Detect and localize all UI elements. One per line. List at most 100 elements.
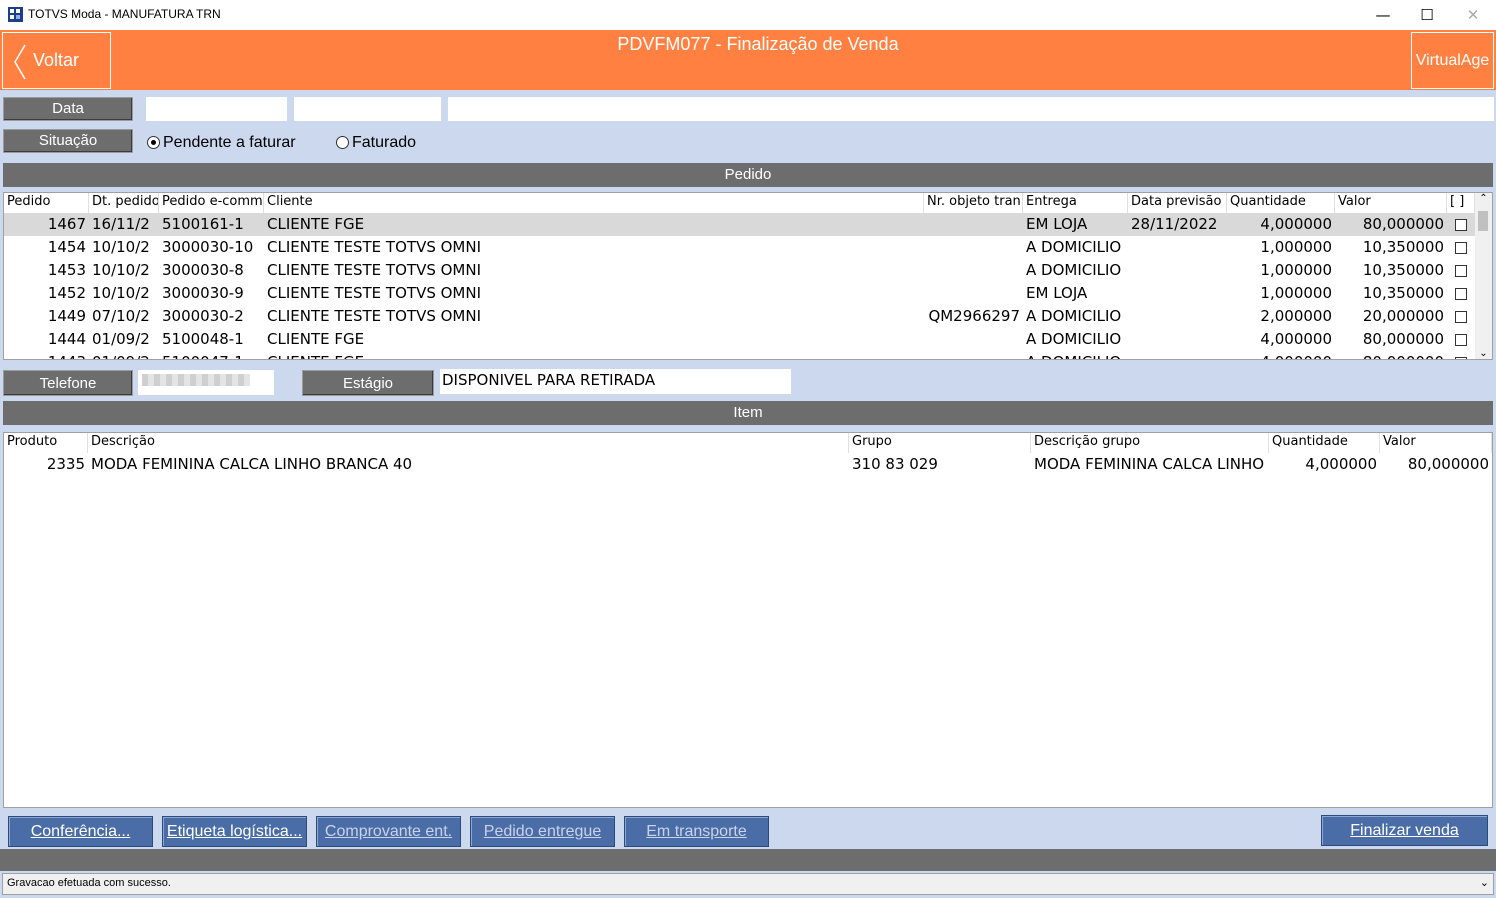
table-cell: 80,000000 [1407, 455, 1489, 473]
table-cell: 1443 [4, 351, 89, 359]
table-cell: A DOMICILIO [1023, 351, 1128, 359]
estagio-field[interactable]: DISPONIVEL PARA RETIRADA [440, 369, 791, 394]
table-cell: A DOMICILIO [1026, 261, 1122, 279]
status-bar [0, 849, 1496, 871]
table-cell: A DOMICILIO [1026, 307, 1122, 325]
minimize-icon[interactable]: — [1360, 0, 1406, 30]
row-checkbox[interactable] [1455, 288, 1467, 300]
table-cell: CLIENTE TESTE TOTVS OMNI [267, 284, 482, 302]
table-cell: 10,350000 [1362, 284, 1444, 302]
estagio-label: Estágio [302, 370, 434, 396]
table-cell: 310 83 029 [852, 455, 938, 473]
pedido-col-header[interactable]: Cliente [264, 193, 924, 213]
row-checkbox[interactable] [1455, 242, 1467, 254]
window-title: TOTVS Moda - MANUFATURA TRN [28, 7, 221, 21]
radio-faturado-label: Faturado [352, 134, 417, 151]
close-icon[interactable]: ✕ [1450, 0, 1496, 30]
table-cell: 3000030-9 [162, 284, 244, 302]
table-cell: 4,000000 [1260, 215, 1332, 233]
table-cell: 1452 [47, 284, 86, 302]
radio-pendente-label: Pendente a faturar [163, 134, 296, 151]
table-cell: 16/11/2 [92, 215, 150, 233]
item-col-header[interactable]: Produto [4, 433, 88, 453]
table-cell: 10/10/2 [92, 284, 150, 302]
table-cell: EM LOJA [1026, 215, 1088, 233]
table-cell [1128, 328, 1227, 351]
table-cell: 1444 [47, 330, 86, 348]
table-cell: 1467 [47, 215, 86, 233]
pedido-col-header[interactable]: [ ] [1447, 193, 1475, 213]
item-col-header[interactable]: Grupo [849, 433, 1031, 453]
row-checkbox[interactable] [1455, 357, 1467, 359]
pedido-scrollbar[interactable]: ⌃ ⌄ [1475, 193, 1492, 359]
table-cell: 80,000000 [1362, 330, 1444, 348]
table-cell: 3000030-10 [162, 238, 254, 256]
pedido-col-header[interactable]: Valor [1335, 193, 1447, 213]
pedido-entregue-button[interactable]: Pedido entregue [470, 816, 615, 847]
table-cell: 1454 [47, 238, 86, 256]
table-cell: 1,000000 [1260, 261, 1332, 279]
comprovante-ent-button[interactable]: Comprovante ent. [316, 816, 461, 847]
table-cell: 28/11/2022 [1131, 215, 1218, 233]
pedido-col-header[interactable]: Nr. objeto tran [924, 193, 1023, 213]
window-titlebar [0, 0, 1496, 30]
pedido-col-header[interactable]: Pedido [4, 193, 89, 213]
table-cell [1128, 351, 1227, 359]
item-col-header[interactable]: Valor [1380, 433, 1492, 453]
item-col-header[interactable]: Descrição [88, 433, 849, 453]
pedido-col-header[interactable]: Dt. pedido [89, 193, 159, 213]
row-checkbox[interactable] [1455, 265, 1467, 277]
table-cell [924, 328, 1023, 351]
table-cell: CLIENTE TESTE TOTVS OMNI [267, 261, 482, 279]
table-cell: 20,000000 [1362, 307, 1444, 325]
table-cell: 80,000000 [1362, 215, 1444, 233]
telefone-field[interactable] [138, 370, 274, 395]
table-cell [1128, 236, 1227, 259]
table-cell: 2,000000 [1260, 307, 1332, 325]
item-col-header[interactable]: Descrição grupo [1031, 433, 1269, 453]
table-cell: 1453 [47, 261, 86, 279]
etiqueta-logistica-button[interactable]: Etiqueta logística... [162, 816, 307, 847]
data-start-input[interactable] [146, 97, 287, 121]
table-cell: A DOMICILIO [1026, 330, 1122, 348]
conferencia-button[interactable]: Conferência... [8, 816, 153, 847]
table-cell: 4,000000 [1260, 330, 1332, 348]
status-message-box[interactable]: Gravacao efetuada com sucesso. ⌄ [2, 873, 1494, 895]
row-checkbox[interactable] [1455, 311, 1467, 323]
pedido-col-header[interactable]: Data previsão [1128, 193, 1227, 213]
table-cell: 5100161-1 [162, 215, 244, 233]
table-cell: CLIENTE TESTE TOTVS OMNI [267, 307, 482, 325]
table-cell: 10/10/2 [92, 238, 150, 256]
chevron-down-icon[interactable]: ⌄ [1475, 348, 1492, 359]
telefone-label: Telefone [3, 370, 133, 396]
table-cell: CLIENTE FGE [267, 215, 365, 233]
table-cell: MODA FEMININA CALCA LINHO BRANCA 40 [91, 455, 413, 473]
chevron-up-icon[interactable]: ⌃ [1475, 193, 1492, 204]
maximize-icon[interactable]: ☐ [1404, 0, 1450, 30]
table-cell [924, 282, 1023, 305]
em-transporte-button[interactable]: Em transporte [624, 816, 769, 847]
data-end-input[interactable] [294, 97, 441, 121]
table-cell: 1449 [47, 307, 86, 325]
table-cell [1128, 259, 1227, 282]
row-checkbox[interactable] [1455, 334, 1467, 346]
table-cell: 80,000000 [1335, 351, 1447, 359]
row-checkbox[interactable] [1455, 219, 1467, 231]
table-cell [1128, 305, 1227, 328]
pedido-col-header[interactable]: Quantidade [1227, 193, 1335, 213]
scroll-thumb[interactable] [1478, 211, 1488, 231]
item-grid[interactable]: Produto Descrição Grupo Descrição grupo Quan… [3, 432, 1493, 808]
app-icon [8, 7, 23, 22]
virtualage-button[interactable]: VirtualAge [1411, 32, 1494, 89]
data-extra-input[interactable] [448, 97, 1494, 121]
pedido-col-header[interactable]: Pedido e-comme [159, 193, 264, 213]
pedido-grid[interactable]: Pedido Dt. pedido Pedido e-comme Cliente Nr.… [3, 192, 1493, 360]
table-cell: 10,350000 [1362, 261, 1444, 279]
table-cell: 1,000000 [1260, 238, 1332, 256]
pedido-col-header[interactable]: Entrega [1023, 193, 1128, 213]
item-col-header[interactable]: Quantidade [1269, 433, 1380, 453]
chevron-down-icon[interactable]: ⌄ [1480, 876, 1489, 889]
table-cell: 07/10/2 [92, 307, 150, 325]
finalizar-venda-button[interactable]: Finalizar venda [1321, 815, 1488, 846]
table-cell: 3000030-8 [162, 261, 244, 279]
